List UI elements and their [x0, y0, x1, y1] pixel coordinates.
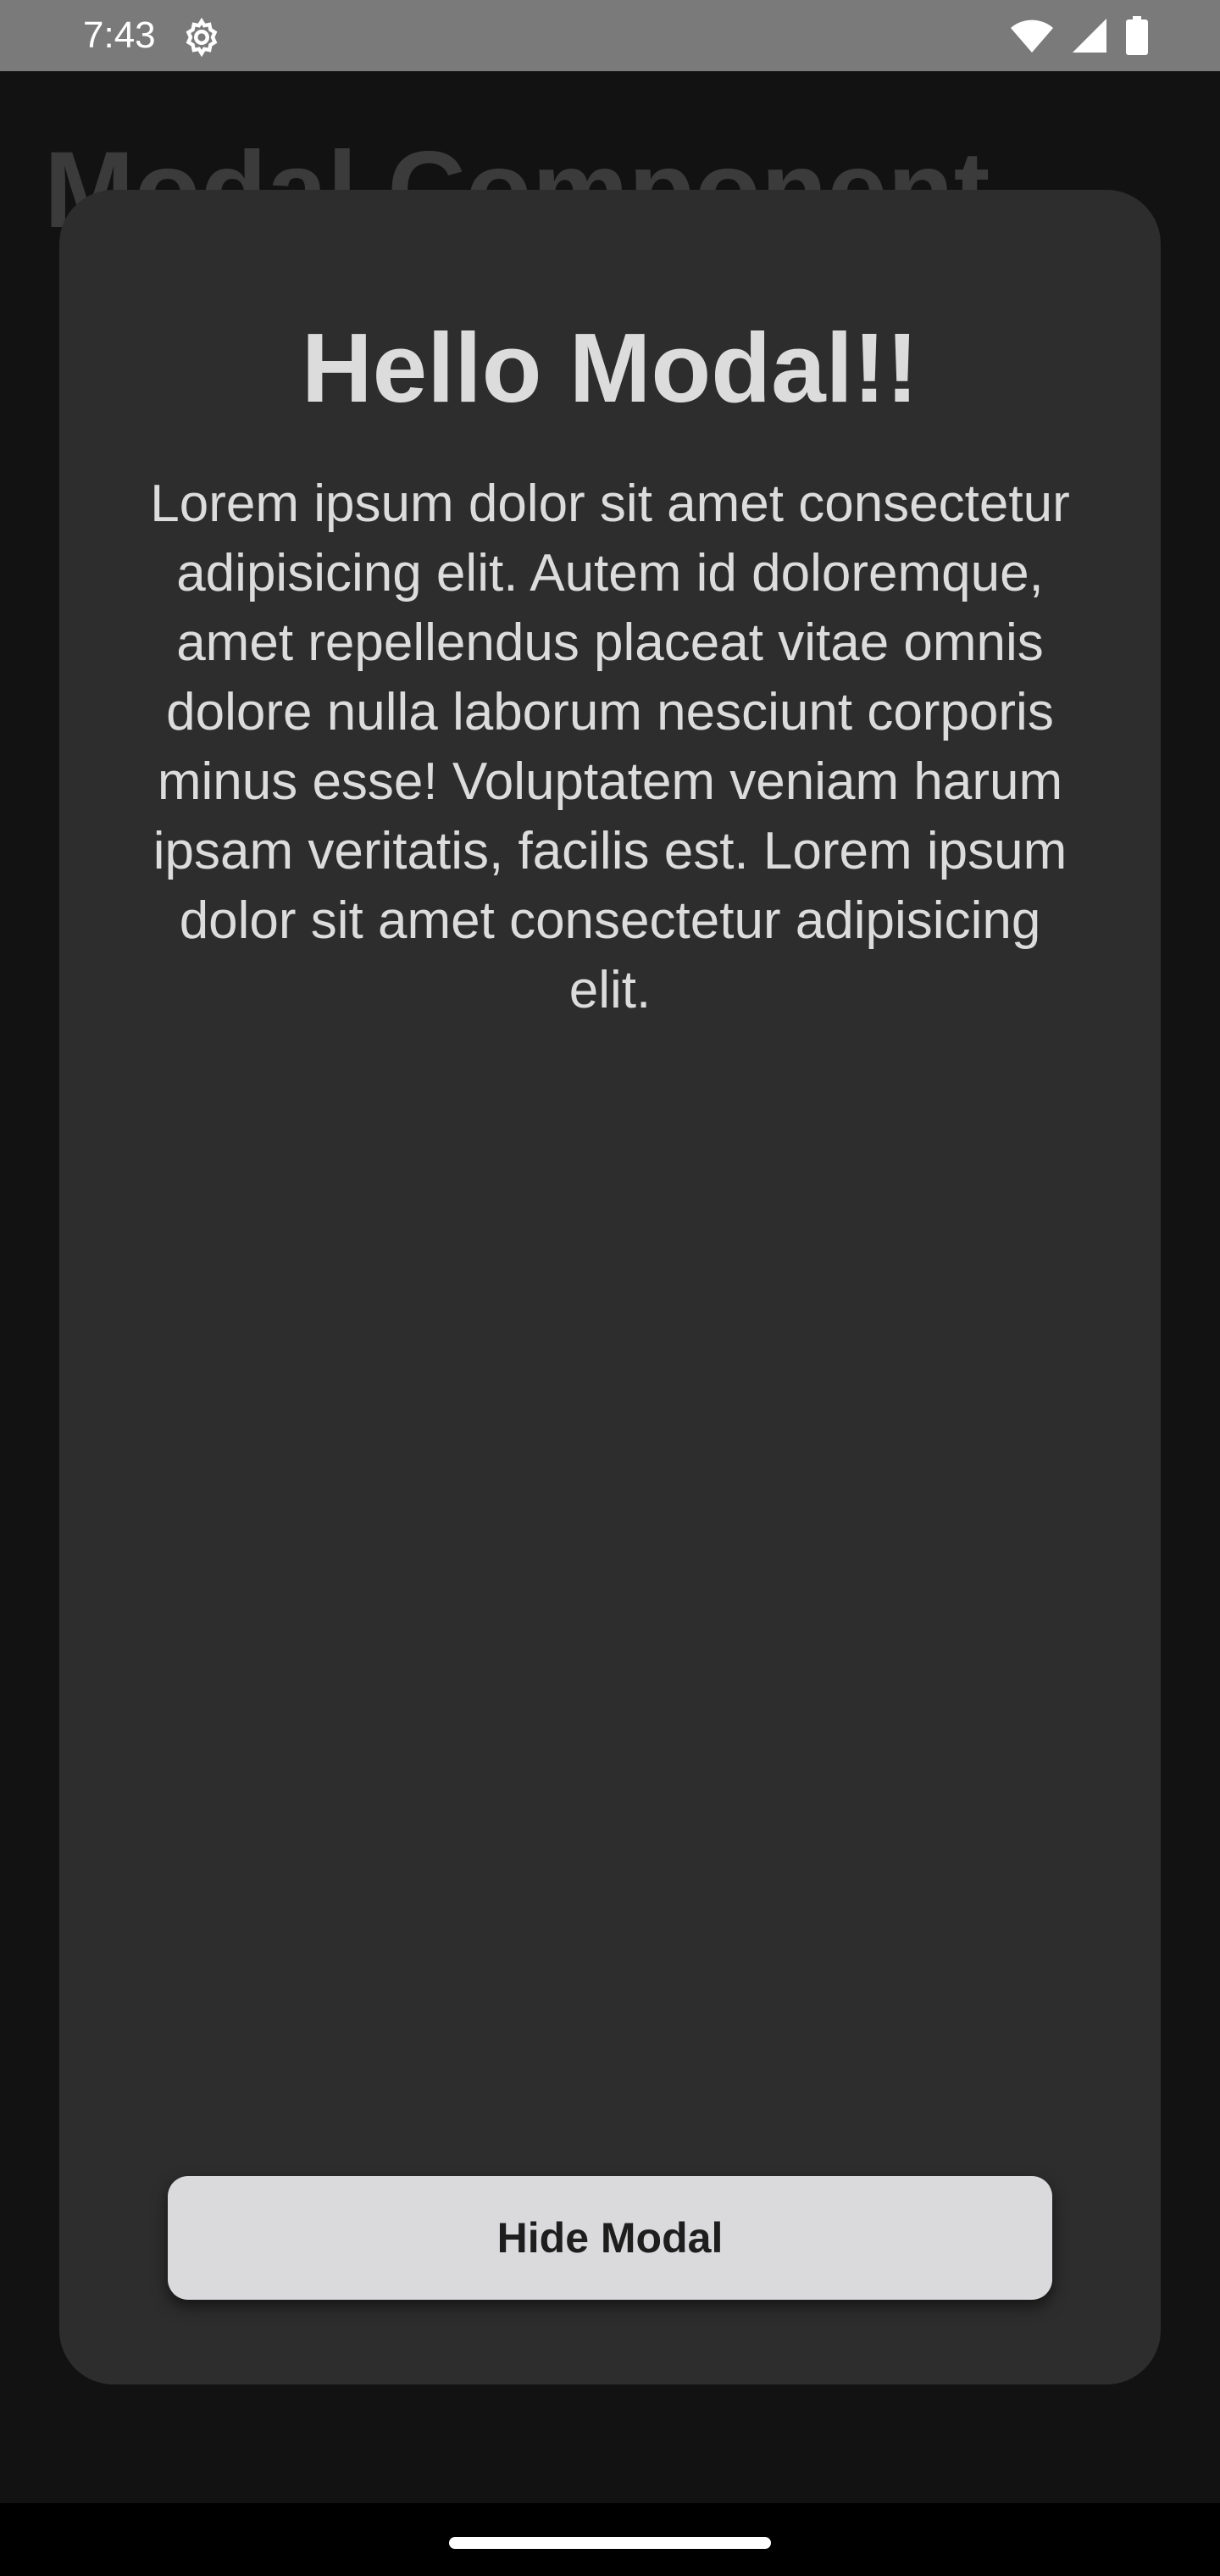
status-icons — [1010, 15, 1149, 56]
hide-modal-button-label: Hide Modal — [496, 2214, 724, 2262]
modal-dialog: Hello Modal!! Lorem ipsum dolor sit amet… — [59, 190, 1161, 2384]
settings-gear-icon — [181, 17, 222, 58]
status-time: 7:43 — [83, 14, 156, 56]
hide-modal-button[interactable]: Hide Modal — [168, 2176, 1052, 2300]
screen: 7:43 Hello Modal!! Lorem ipsum dolor sit… — [0, 0, 1220, 2576]
modal-title: Hello Modal!! — [301, 313, 919, 423]
home-indicator[interactable] — [449, 2537, 771, 2549]
wifi-icon — [1010, 17, 1054, 54]
modal-body-text: Lorem ipsum dolor sit amet consectetur a… — [150, 475, 1070, 1019]
cellular-signal-icon — [1071, 17, 1108, 54]
status-bar: 7:43 — [0, 0, 1220, 71]
battery-icon — [1125, 16, 1149, 55]
